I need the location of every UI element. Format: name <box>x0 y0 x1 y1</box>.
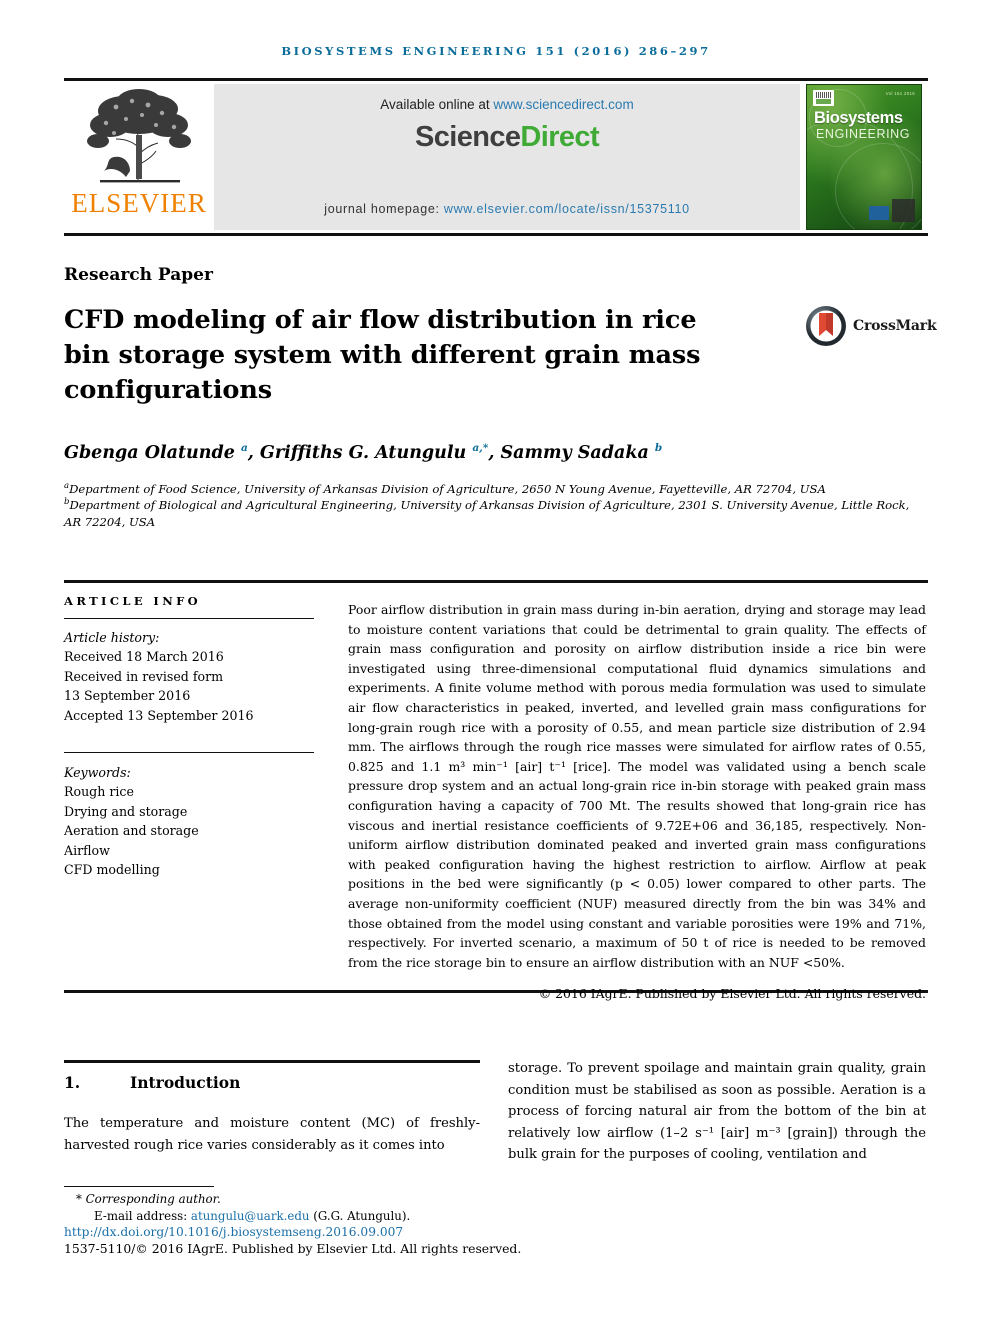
cover-title: Biosystems <box>814 109 903 127</box>
crossmark-icon <box>806 306 846 346</box>
cover-badge-primary <box>892 199 915 222</box>
article-history: Article history: Received 18 March 2016 … <box>64 628 314 725</box>
divider-above-article-info <box>64 580 928 583</box>
keywords-label: Keywords: <box>64 765 131 780</box>
article-type-label: Research Paper <box>64 265 213 285</box>
issn-copyright-line: 1537-5110/© 2016 IAgrE. Published by Els… <box>64 1240 522 1256</box>
journal-homepage-label: journal homepage: <box>324 202 444 216</box>
footer-notes: * Corresponding author. E-mail address: … <box>64 1191 534 1257</box>
available-online-text: Available online at <box>380 97 494 112</box>
journal-cover-cell: Vol 151 2016 Biosystems ENGINEERING <box>800 81 928 233</box>
sciencedirect-banner: Available online at www.sciencedirect.co… <box>214 84 800 230</box>
divider-above-keywords <box>64 752 314 753</box>
article-first-page: Biosystems Engineering 151 (2016) 286–29… <box>0 0 992 1323</box>
section-heading-introduction: 1. Introduction <box>64 1073 480 1092</box>
elsevier-wordmark: ELSEVIER <box>71 188 207 218</box>
sciencedirect-logo-science: Science <box>414 121 521 153</box>
journal-masthead: ELSEVIER Available online at www.science… <box>64 78 928 236</box>
sciencedirect-url-link[interactable]: www.sciencedirect.com <box>493 97 633 112</box>
cover-elsevier-mark-icon <box>813 90 834 106</box>
email-label: E-mail address: <box>94 1208 191 1223</box>
affiliation-b: bDepartment of Biological and Agricultur… <box>64 497 924 530</box>
section-number: 1. <box>64 1073 81 1092</box>
article-history-item: Received 18 March 2016 <box>64 649 224 665</box>
email-note: E-mail address: atungulu@uark.edu (G.G. … <box>64 1208 534 1225</box>
affiliation-b-text: Department of Biological and Agricultura… <box>64 498 910 529</box>
keywords-block: Keywords: Rough rice Drying and storage … <box>64 763 314 879</box>
sciencedirect-logo: ScienceDirect <box>414 121 600 154</box>
cover-badge-secondary <box>869 206 889 220</box>
journal-homepage-url[interactable]: www.elsevier.com/locate/issn/15375110 <box>444 202 690 216</box>
journal-cover-image: Vol 151 2016 Biosystems ENGINEERING <box>806 84 922 230</box>
corresponding-author-label: Corresponding author. <box>85 1192 221 1206</box>
divider-above-introduction <box>64 1060 480 1063</box>
crossmark-badge[interactable]: CrossMark <box>805 305 937 347</box>
section-title: Introduction <box>130 1073 241 1092</box>
abstract-text: Poor airflow distribution in grain mass … <box>348 602 926 970</box>
affiliation-list: aDepartment of Food Science, University … <box>64 481 924 530</box>
keyword-item: Airflow <box>64 842 110 858</box>
article-history-item: Received in revised form <box>64 668 224 684</box>
journal-homepage-line: journal homepage: www.elsevier.com/locat… <box>214 202 800 216</box>
sciencedirect-logo-direct: Direct <box>520 121 600 153</box>
affiliation-a-text: Department of Food Science, University o… <box>69 482 826 496</box>
doi-link[interactable]: http://dx.doi.org/10.1016/j.biosystemsen… <box>64 1224 534 1241</box>
corresponding-author-note: * Corresponding author. <box>64 1191 534 1208</box>
article-history-label: Article history: <box>64 630 160 645</box>
abstract-copyright: © 2016 IAgrE. Published by Elsevier Ltd.… <box>538 986 926 1002</box>
cover-subtitle: ENGINEERING <box>816 127 911 141</box>
article-history-item: Accepted 13 September 2016 <box>64 707 254 723</box>
keyword-item: Rough rice <box>64 784 134 800</box>
available-online-line: Available online at www.sciencedirect.co… <box>380 97 633 112</box>
elsevier-logo: ELSEVIER <box>64 81 214 233</box>
crossmark-label: CrossMark <box>853 318 937 334</box>
article-history-item: 13 September 2016 <box>64 688 191 704</box>
author-list: Gbenga Olatunde a, Griffiths G. Atungulu… <box>64 442 663 463</box>
page-title: CFD modeling of air flow distribution in… <box>64 305 701 405</box>
article-info-heading: ARTICLE INFO <box>64 594 202 608</box>
email-owner: (G.G. Atungulu). <box>309 1208 411 1223</box>
abstract: Poor airflow distribution in grain mass … <box>348 600 926 1004</box>
email-link[interactable]: atungulu@uark.edu <box>191 1209 310 1223</box>
corresponding-author-star: * <box>76 1192 82 1206</box>
body-column-left: The temperature and moisture content (MC… <box>64 1116 480 1153</box>
elsevier-tree-icon <box>80 85 198 189</box>
running-head: Biosystems Engineering 151 (2016) 286–29… <box>281 44 711 58</box>
footnote-divider <box>64 1186 214 1187</box>
keyword-item: Aeration and storage <box>64 823 199 839</box>
keyword-item: CFD modelling <box>64 862 160 878</box>
body-column-right: storage. To prevent spoilage and maintai… <box>508 1061 926 1162</box>
keyword-item: Drying and storage <box>64 803 188 819</box>
divider-under-article-info-heading <box>64 618 314 619</box>
cover-issue-line: Vol 151 2016 <box>885 91 915 96</box>
affiliation-a: aDepartment of Food Science, University … <box>64 481 924 497</box>
